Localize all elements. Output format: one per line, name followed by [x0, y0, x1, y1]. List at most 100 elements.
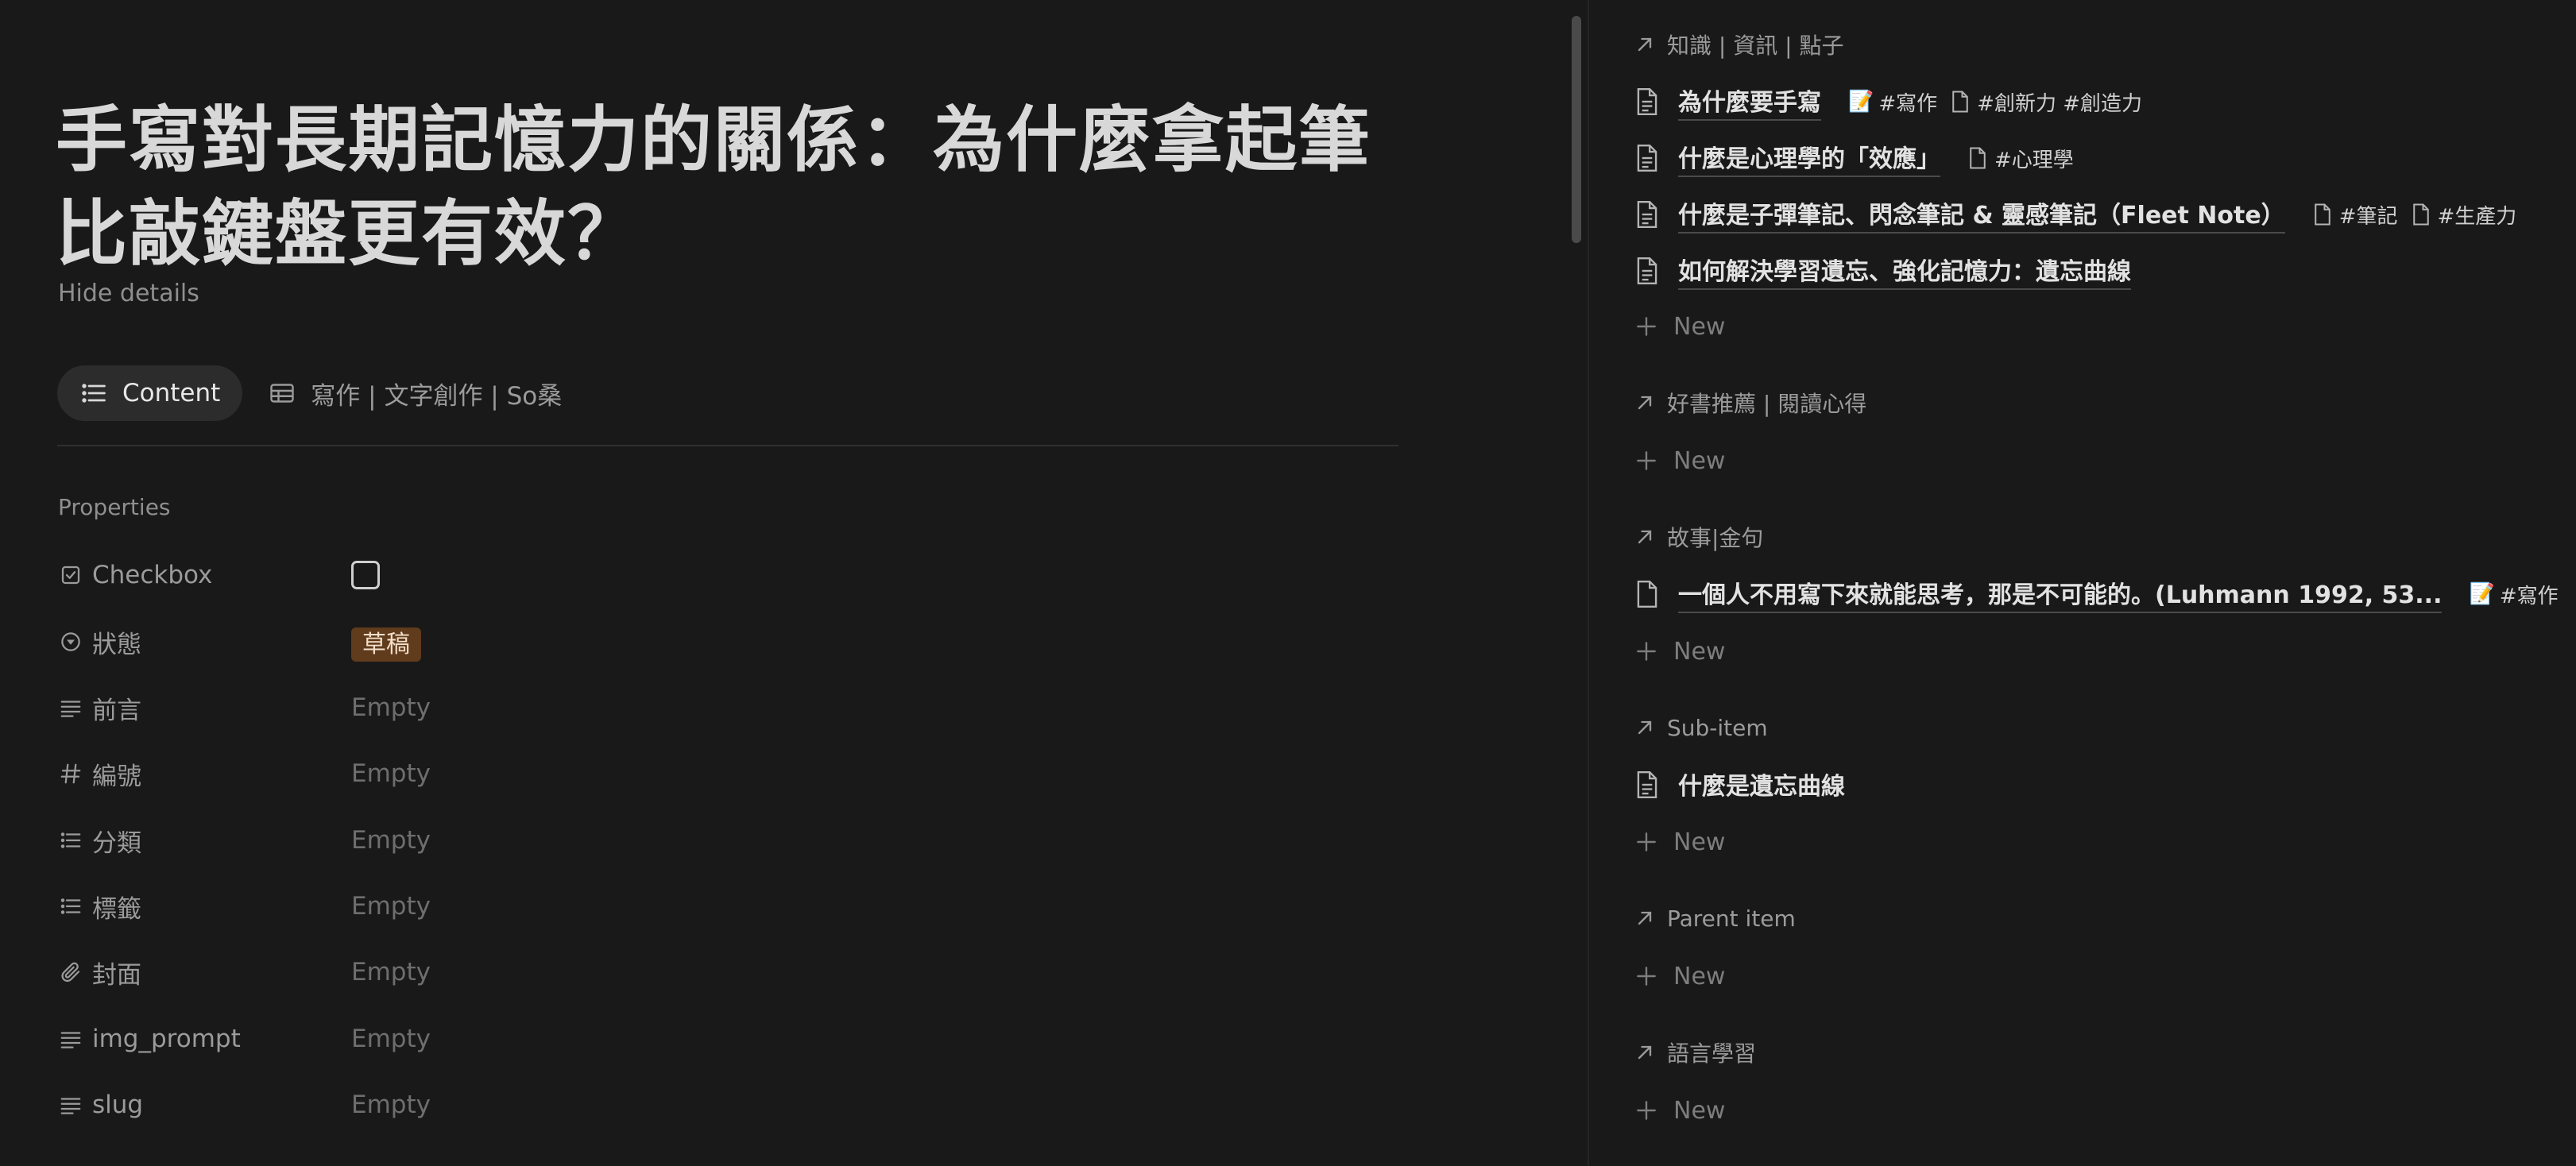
add-relation-button[interactable]: New	[1634, 959, 1725, 994]
plus-icon	[1637, 642, 1656, 661]
property-row-checkbox: Checkbox	[57, 551, 1011, 599]
arrow-up-right-icon	[1638, 37, 1652, 52]
multi-select-icon	[57, 827, 84, 854]
tabs-divider	[57, 445, 1398, 446]
relation-item[interactable]: 為什麼要手寫 📝 #寫作 #創新力 #創造力	[1634, 82, 2142, 122]
property-label[interactable]: 編號	[57, 756, 351, 792]
main-scrollbar[interactable]	[1572, 16, 1581, 243]
add-relation-button[interactable]: New	[1634, 309, 1725, 344]
relation-item[interactable]: 什麼是遺忘曲線	[1634, 765, 1845, 805]
add-relation-button[interactable]: New	[1634, 1093, 1725, 1128]
properties-heading: Properties	[58, 494, 171, 520]
property-row-status: 狀態 草稿	[57, 618, 1011, 666]
status-icon	[57, 628, 84, 655]
page-root: 手寫對長期記憶力的關係：為什麼拿起筆比敲鍵盤更有效？ Hide details …	[0, 0, 2576, 1166]
memo-icon: 📝	[2469, 582, 2495, 606]
property-value[interactable]: Empty	[351, 693, 431, 722]
memo-icon: 📝	[1848, 90, 1874, 114]
property-row-number: 編號 Empty	[57, 750, 1011, 797]
property-row-img-prompt: img_prompt Empty	[57, 1015, 1011, 1063]
checkbox-input[interactable]	[351, 561, 380, 589]
tag-chip[interactable]: 📝 #寫作	[1848, 87, 1937, 117]
tag-chip[interactable]: #心理學	[1967, 144, 2074, 173]
property-label[interactable]: slug	[57, 1091, 351, 1119]
plus-icon	[1637, 832, 1656, 851]
property-row-tags: 標籤 Empty	[57, 882, 1011, 930]
add-relation-button[interactable]: New	[1634, 634, 1725, 669]
arrow-up-right-icon	[1638, 720, 1652, 735]
property-value[interactable]	[351, 561, 380, 589]
relation-item[interactable]: 一個人不用寫下來就能思考，那是不可能的。(Luhmann 1992, 53...…	[1634, 574, 2559, 614]
property-label[interactable]: 狀態	[57, 624, 351, 660]
page-title[interactable]: 手寫對長期記憶力的關係：為什麼拿起筆比敲鍵盤更有效？	[56, 94, 1438, 281]
list-icon	[82, 384, 106, 403]
relation-heading-language[interactable]: 語言學習	[1634, 1037, 1756, 1068]
arrow-up-right-icon	[1638, 1045, 1652, 1060]
page-icon	[2314, 203, 2330, 226]
tab-database-view-label: 寫作 | 文字創作 | So桑	[311, 381, 563, 411]
multi-select-icon	[57, 893, 84, 920]
hash-icon	[57, 760, 84, 787]
property-row-slug: slug Empty	[57, 1081, 1011, 1129]
relations-pane: 知識 | 資訊 | 點子 為什麼要手寫 📝 #寫作 #創新力 #創造力 什麼是心…	[1589, 0, 2576, 1166]
page-icon	[1637, 257, 1657, 285]
tag-chip[interactable]: #創新力 #創造力	[1950, 87, 2142, 117]
text-icon	[57, 694, 84, 721]
property-label[interactable]: 封面	[57, 955, 351, 990]
tab-content-label: Content	[122, 379, 221, 407]
plus-icon	[1637, 317, 1656, 336]
page-icon	[2412, 203, 2429, 226]
add-relation-button[interactable]: New	[1634, 824, 1725, 859]
page-icon	[1637, 770, 1657, 799]
property-label[interactable]: 分類	[57, 823, 351, 859]
property-label[interactable]: 前言	[57, 690, 351, 726]
property-row-category: 分類 Empty	[57, 817, 1011, 864]
property-label[interactable]: Checkbox	[57, 561, 351, 589]
relation-heading-parent-item[interactable]: Parent item	[1634, 902, 1796, 934]
property-label[interactable]: img_prompt	[57, 1025, 351, 1053]
plus-icon	[1637, 967, 1656, 986]
tag-chip[interactable]: 📝 #寫作	[2469, 580, 2558, 609]
property-row-preface: 前言 Empty	[57, 684, 1011, 732]
page-icon	[1637, 200, 1657, 229]
relation-item[interactable]: 什麼是心理學的「效應」 #心理學	[1634, 138, 2074, 178]
main-pane: 手寫對長期記憶力的關係：為什麼拿起筆比敲鍵盤更有效？ Hide details …	[0, 0, 1573, 1166]
relation-heading-quotes[interactable]: 故事|金句	[1634, 521, 1763, 553]
relation-heading-knowledge[interactable]: 知識 | 資訊 | 點子	[1634, 29, 1843, 60]
page-icon	[1637, 87, 1657, 116]
property-value[interactable]: Empty	[351, 1091, 431, 1119]
text-icon	[57, 1091, 84, 1118]
tab-database-view[interactable]: 寫作 | 文字創作 | So桑	[246, 365, 584, 421]
property-label[interactable]: 標籤	[57, 889, 351, 925]
arrow-up-right-icon	[1638, 911, 1652, 925]
tag-chip[interactable]: #筆記	[2312, 200, 2398, 230]
paperclip-icon	[57, 959, 84, 986]
tab-content[interactable]: Content	[57, 365, 243, 421]
relation-item[interactable]: 什麼是子彈筆記、閃念筆記 & 靈感筆記（Fleet Note） #筆記 #生產力	[1634, 195, 2516, 234]
property-value[interactable]: 草稿	[351, 624, 421, 662]
property-value[interactable]: Empty	[351, 1025, 431, 1053]
page-icon	[1637, 580, 1657, 608]
checkbox-icon	[57, 562, 84, 589]
page-icon	[1637, 144, 1657, 172]
text-icon	[57, 1025, 84, 1052]
plus-icon	[1637, 451, 1656, 470]
relation-heading-sub-item[interactable]: Sub-item	[1634, 712, 1768, 743]
property-value[interactable]: Empty	[351, 958, 431, 986]
view-tabs: Content 寫作 | 文字創作 | So桑	[57, 365, 587, 421]
property-value[interactable]: Empty	[351, 759, 431, 788]
relation-heading-books[interactable]: 好書推薦 | 閱讀心得	[1634, 387, 1866, 419]
page-icon	[1952, 91, 1968, 113]
property-value[interactable]: Empty	[351, 892, 431, 921]
page-icon	[1970, 147, 1986, 169]
tag-chip[interactable]: #生產力	[2411, 200, 2516, 230]
property-value[interactable]: Empty	[351, 826, 431, 855]
arrow-up-right-icon	[1638, 530, 1652, 544]
add-relation-button[interactable]: New	[1634, 443, 1725, 478]
table-icon	[270, 384, 294, 403]
status-badge[interactable]: 草稿	[351, 627, 421, 662]
hide-details-link[interactable]: Hide details	[58, 280, 199, 307]
relation-item[interactable]: 如何解決學習遺忘、強化記憶力：遺忘曲線	[1634, 251, 2131, 291]
arrow-up-right-icon	[1638, 396, 1652, 410]
property-row-cover: 封面 Empty	[57, 948, 1011, 996]
